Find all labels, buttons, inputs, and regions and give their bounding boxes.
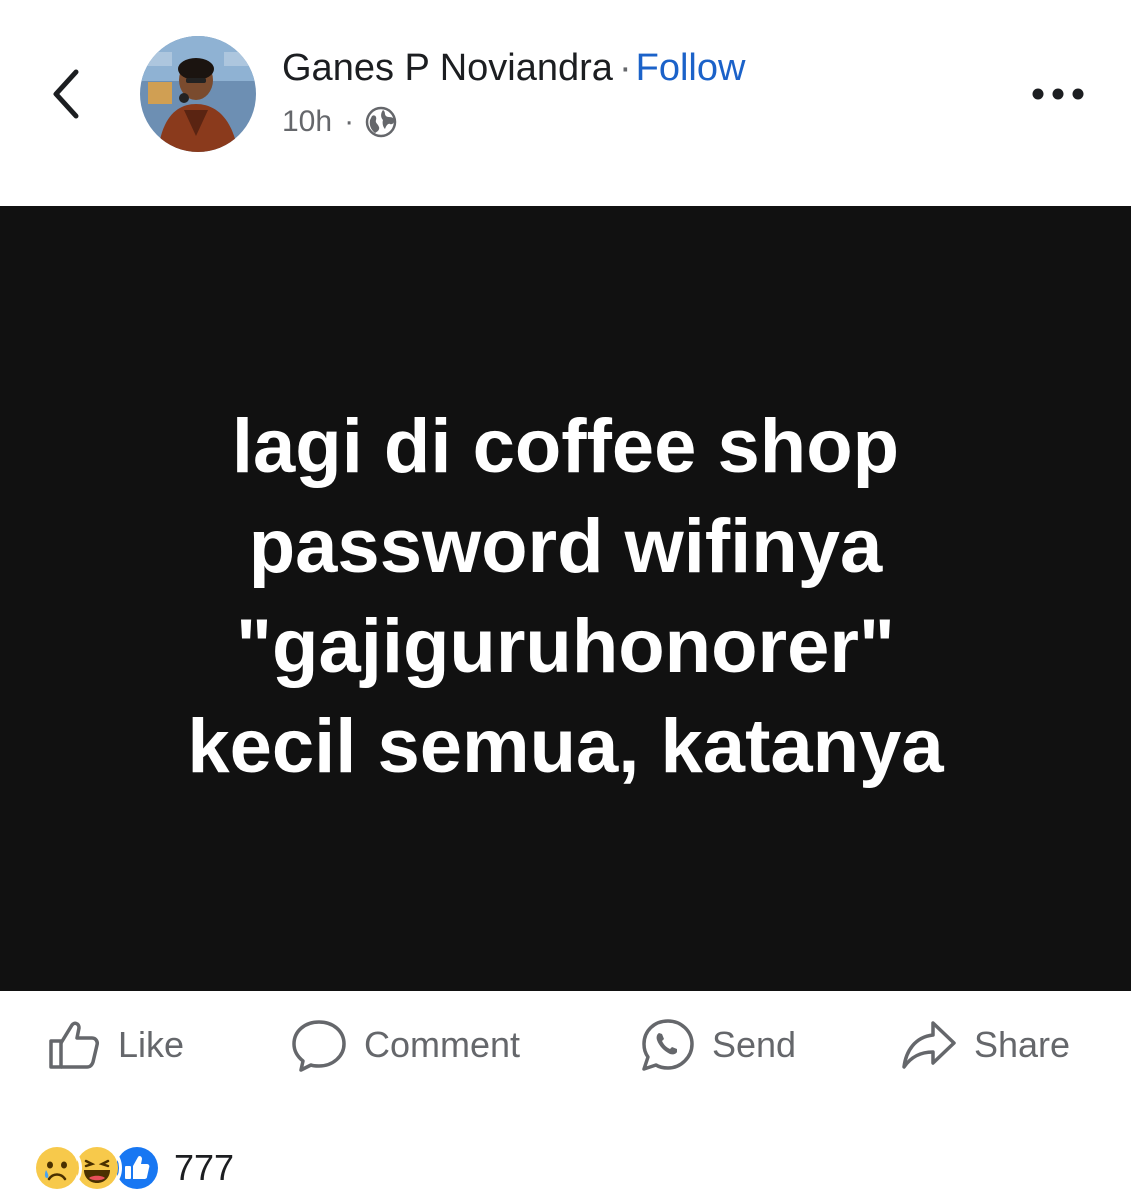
share-label: Share bbox=[974, 1024, 1071, 1065]
author-line: Ganes P Noviandra · Follow bbox=[282, 44, 745, 92]
follow-button[interactable]: Follow bbox=[636, 47, 746, 89]
action-bar: Like Comment Send Share bbox=[0, 991, 1131, 1109]
post-meta: 10h · bbox=[282, 102, 398, 142]
name-separator: · bbox=[618, 47, 632, 89]
avatar-image bbox=[140, 36, 256, 152]
thumbs-up-icon bbox=[49, 1021, 99, 1069]
whatsapp-icon bbox=[642, 1019, 694, 1071]
back-button[interactable] bbox=[44, 58, 92, 130]
more-horizontal-icon bbox=[1032, 88, 1084, 100]
reactions-summary[interactable]: 777 bbox=[32, 1140, 234, 1196]
post-text-line: kecil semua, katanya bbox=[187, 703, 944, 789]
like-button[interactable]: Like bbox=[46, 1017, 184, 1073]
author-name[interactable]: Ganes P Noviandra bbox=[282, 47, 613, 89]
meta-separator: · bbox=[344, 105, 355, 138]
post-header: Ganes P Noviandra · Follow 10h · bbox=[0, 0, 1131, 206]
post-text-line: password wifinya bbox=[248, 503, 883, 589]
more-options-button[interactable] bbox=[1022, 70, 1094, 118]
post-content[interactable]: lagi di coffee shop password wifinya "ga… bbox=[0, 206, 1131, 991]
author-avatar[interactable] bbox=[140, 36, 256, 152]
globe-icon[interactable] bbox=[364, 105, 398, 139]
sad-reaction-icon bbox=[32, 1143, 82, 1193]
send-button[interactable]: Send bbox=[638, 1017, 796, 1073]
post-text-line: "gajiguruhonorer" bbox=[236, 603, 895, 689]
share-button[interactable]: Share bbox=[900, 1017, 1070, 1073]
comment-bubble-icon bbox=[292, 1020, 346, 1072]
share-arrow-icon bbox=[902, 1021, 956, 1069]
post-text-line: lagi di coffee shop bbox=[231, 403, 900, 489]
send-label: Send bbox=[712, 1024, 797, 1065]
comment-button[interactable]: Comment bbox=[290, 1017, 520, 1073]
post-timestamp[interactable]: 10h bbox=[282, 102, 332, 142]
reaction-count: 777 bbox=[174, 1147, 235, 1188]
post-text: lagi di coffee shop password wifinya "ga… bbox=[187, 397, 943, 797]
chevron-left-icon bbox=[53, 69, 79, 119]
like-label: Like bbox=[118, 1024, 185, 1065]
comment-label: Comment bbox=[364, 1024, 521, 1065]
